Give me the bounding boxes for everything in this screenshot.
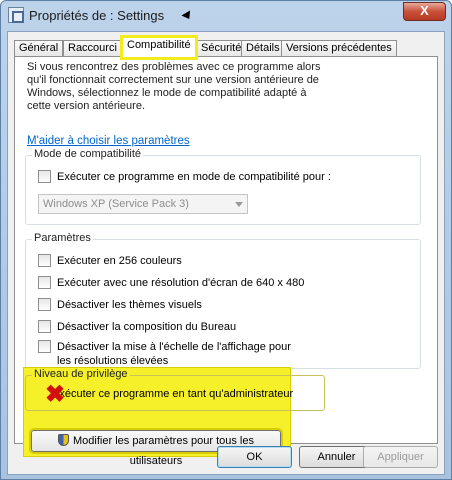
group-title: Mode de compatibilité	[32, 148, 144, 160]
setting-row[interactable]: Désactiver la composition du Bureau	[38, 320, 236, 334]
chevron-down-icon	[235, 202, 243, 207]
setting-row[interactable]: Désactiver les thèmes visuels	[38, 298, 202, 312]
dialog-client-area: Général Raccourci Compatibilité Sécurité…	[7, 31, 445, 475]
compatibility-mode-group: Mode de compatibilité Exécuter ce progra…	[25, 148, 421, 225]
tab-shortcut[interactable]: Raccourci	[63, 40, 122, 57]
window-title: Propriétés de : Settings	[29, 8, 165, 23]
setting-row[interactable]: Exécuter en 256 couleurs	[38, 254, 182, 268]
run-as-admin-label: Exécuter ce programme en tant qu'adminis…	[52, 388, 294, 400]
uac-shield-icon	[58, 434, 70, 446]
group-title: Paramètres	[32, 232, 93, 244]
compat-mode-checkbox[interactable]	[38, 170, 51, 183]
red-x-mark-icon: ✖	[45, 381, 66, 408]
tab-general[interactable]: Général	[14, 40, 64, 57]
tab-compatibility[interactable]: Compatibilité	[120, 35, 198, 60]
app-icon	[8, 7, 24, 23]
tab-previous-versions[interactable]: Versions précédentes	[281, 40, 397, 57]
setting-checkbox[interactable]	[38, 320, 51, 333]
setting-label: Désactiver la mise à l'échelle de l'affi…	[57, 341, 291, 367]
privilege-group: Niveau de privilège Exécuter ce programm…	[25, 368, 325, 411]
group-title: Niveau de privilège	[32, 368, 130, 380]
setting-label: Exécuter avec une résolution d'écran de …	[57, 277, 305, 289]
os-version-dropdown: Windows XP (Service Pack 3)	[38, 194, 248, 214]
setting-row[interactable]: Désactiver la mise à l'échelle de l'affi…	[38, 340, 308, 368]
setting-checkbox[interactable]	[38, 340, 51, 353]
setting-checkbox[interactable]	[38, 254, 51, 267]
setting-label: Désactiver les thèmes visuels	[57, 299, 202, 311]
tab-security[interactable]: Sécurité	[196, 40, 247, 57]
setting-checkbox[interactable]	[38, 276, 51, 289]
setting-checkbox[interactable]	[38, 298, 51, 311]
setting-label: Désactiver la composition du Bureau	[57, 321, 237, 333]
setting-label: Exécuter en 256 couleurs	[57, 255, 182, 267]
run-as-admin-row[interactable]: Exécuter ce programme en tant qu'adminis…	[52, 387, 293, 401]
ok-button[interactable]: OK	[217, 446, 292, 468]
title-bar[interactable]: Propriétés de : Settings X	[1, 1, 451, 31]
intro-text: Si vous rencontrez des problèmes avec ce…	[27, 61, 321, 112]
properties-window: Propriétés de : Settings X Général Racco…	[0, 0, 452, 480]
mouse-cursor-icon	[181, 10, 194, 22]
compat-mode-label: Exécuter ce programme en mode de compati…	[57, 171, 331, 183]
apply-button[interactable]: Appliquer	[363, 446, 438, 468]
compatibility-panel: Si vous rencontrez des problèmes avec ce…	[14, 56, 438, 467]
help-choose-settings-link[interactable]: M'aider à choisir les paramètres	[27, 135, 190, 147]
tab-details[interactable]: Détails	[241, 40, 285, 57]
compat-mode-row[interactable]: Exécuter ce programme en mode de compati…	[38, 170, 331, 184]
setting-row[interactable]: Exécuter avec une résolution d'écran de …	[38, 276, 304, 290]
settings-group: Paramètres Exécuter en 256 couleurs Exéc…	[25, 232, 421, 369]
os-version-value: Windows XP (Service Pack 3)	[43, 198, 189, 210]
close-button[interactable]: X	[403, 2, 446, 21]
